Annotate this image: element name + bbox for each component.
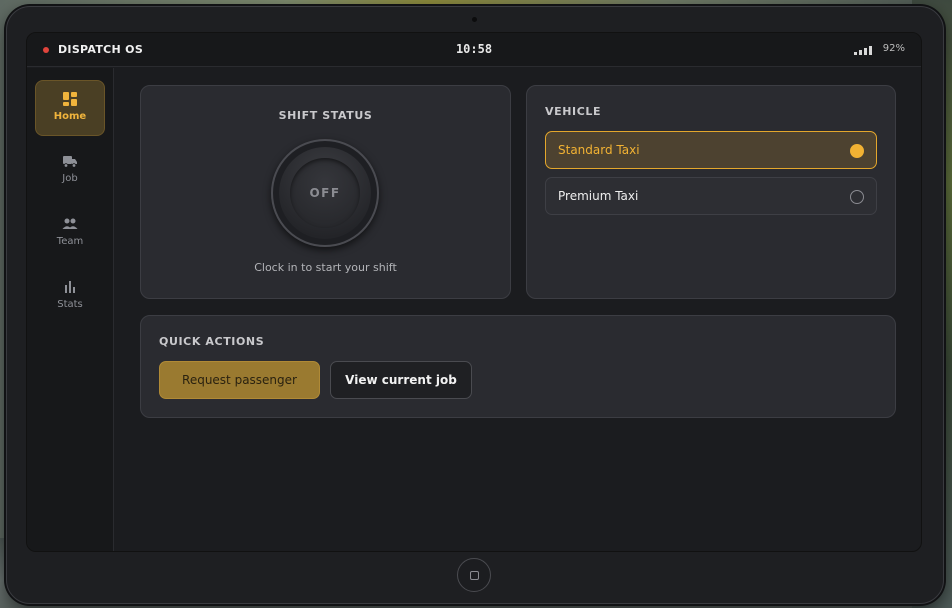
signal-bars-icon xyxy=(854,46,872,55)
grid-icon xyxy=(63,92,77,106)
people-icon xyxy=(62,218,78,229)
vehicle-option-label: Premium Taxi xyxy=(558,189,639,203)
sidebar-item-stats[interactable]: Stats xyxy=(35,269,105,325)
status-bar: DISPATCH OS 10:58 92% xyxy=(27,33,921,67)
home-square-icon xyxy=(470,571,479,580)
truck-icon xyxy=(63,156,77,168)
vehicle-card: VEHICLE Standard Taxi Premium Taxi xyxy=(526,85,896,299)
shift-status-card: SHIFT STATUS OFF Clock in to start your … xyxy=(140,85,511,299)
sidebar-item-label: Team xyxy=(56,236,84,247)
bar-chart-icon xyxy=(65,281,75,293)
quick-actions-title: QUICK ACTIONS xyxy=(159,335,265,348)
request-passenger-button[interactable]: Request passenger xyxy=(159,361,320,399)
sidebar-item-label: Job xyxy=(62,173,78,184)
battery-level: 92% xyxy=(882,43,905,54)
vehicle-option-premium[interactable]: Premium Taxi xyxy=(545,177,877,215)
vehicle-option-label: Standard Taxi xyxy=(558,143,640,157)
sidebar-item-label: Stats xyxy=(57,299,83,310)
sidebar-item-team[interactable]: Team xyxy=(35,206,105,262)
view-current-job-button[interactable]: View current job xyxy=(330,361,472,399)
shift-toggle-dial[interactable]: OFF xyxy=(271,139,379,247)
main-content: SHIFT STATUS OFF Clock in to start your … xyxy=(115,68,921,551)
clock: 10:58 xyxy=(455,42,493,56)
shift-hint-text: Clock in to start your shift xyxy=(254,261,397,274)
home-button[interactable] xyxy=(457,558,491,592)
sidebar-nav: Home Job Team Stats xyxy=(27,68,114,551)
tablet-device: DISPATCH OS 10:58 92% Home Job Team Stat… xyxy=(6,6,944,604)
radio-unselected-icon xyxy=(850,190,864,204)
camera-dot xyxy=(472,17,477,22)
shift-status-title: SHIFT STATUS xyxy=(278,109,373,122)
sidebar-item-job[interactable]: Job xyxy=(35,143,105,199)
quick-actions-card: QUICK ACTIONS Request passenger View cur… xyxy=(140,315,896,418)
vehicle-option-standard[interactable]: Standard Taxi xyxy=(545,131,877,169)
vehicle-title: VEHICLE xyxy=(545,105,602,118)
radio-selected-icon xyxy=(850,144,864,158)
sidebar-item-label: Home xyxy=(53,111,87,122)
sidebar-item-home[interactable]: Home xyxy=(35,80,105,136)
tablet-screen: DISPATCH OS 10:58 92% Home Job Team Stat… xyxy=(26,32,922,552)
shift-state-label: OFF xyxy=(290,158,360,228)
